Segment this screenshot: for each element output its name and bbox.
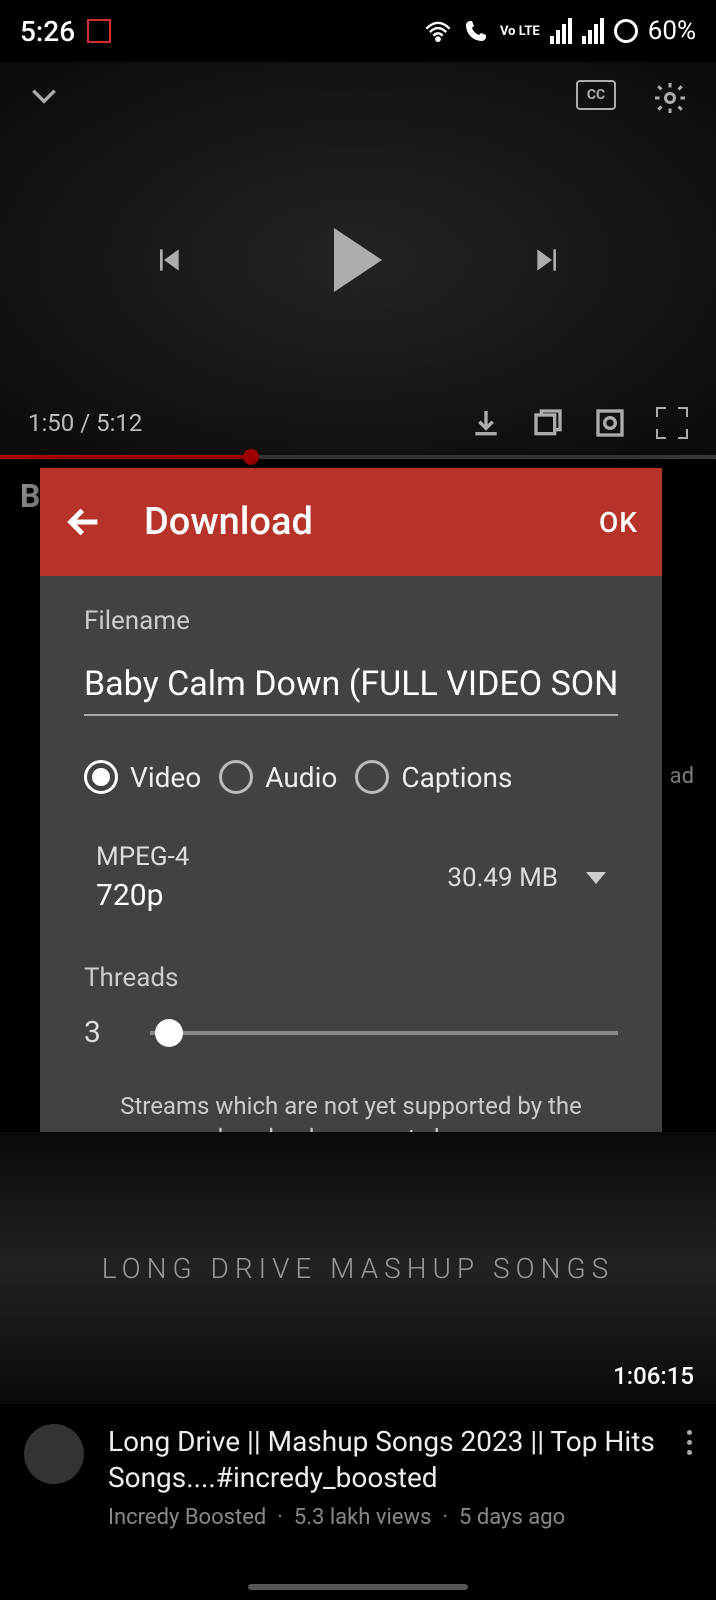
video-thumbnail[interactable]: LONG DRIVE MASHUP SONGS 1:06:15	[0, 1132, 716, 1404]
home-indicator[interactable]	[248, 1584, 468, 1590]
back-arrow-icon[interactable]	[64, 502, 104, 542]
format-size: 30.49 MB	[447, 863, 558, 893]
list-item[interactable]: Long Drive || Mashup Songs 2023 || Top H…	[0, 1404, 716, 1550]
format-resolution: 720p	[96, 878, 189, 913]
video-title: Long Drive || Mashup Songs 2023 || Top H…	[108, 1424, 663, 1497]
radio-audio[interactable]: Audio	[219, 760, 337, 794]
duration-badge: 1:06:15	[613, 1362, 694, 1390]
threads-slider[interactable]	[150, 1031, 618, 1035]
channel-avatar[interactable]	[24, 1424, 84, 1484]
threads-label: Threads	[84, 963, 618, 993]
related-videos: LONG DRIVE MASHUP SONGS 1:06:15 Long Dri…	[0, 1132, 716, 1550]
format-selector[interactable]: MPEG-4 720p 30.49 MB	[84, 842, 618, 913]
radio-captions[interactable]: Captions	[355, 760, 512, 794]
radio-video[interactable]: Video	[84, 760, 201, 794]
threads-value: 3	[84, 1015, 104, 1050]
format-container: MPEG-4	[96, 842, 189, 872]
download-dialog: Download OK Filename Video Audio Caption…	[40, 468, 662, 1191]
chevron-down-icon	[586, 872, 606, 884]
more-icon[interactable]	[687, 1424, 692, 1455]
dialog-title: Download	[144, 500, 559, 544]
video-meta: Incredy Boosted · 5.3 lakh views · 5 day…	[108, 1505, 663, 1530]
filename-label: Filename	[84, 606, 618, 636]
filename-input[interactable]	[84, 658, 618, 716]
type-radio-group: Video Audio Captions	[84, 760, 618, 794]
ok-button[interactable]: OK	[599, 506, 638, 539]
